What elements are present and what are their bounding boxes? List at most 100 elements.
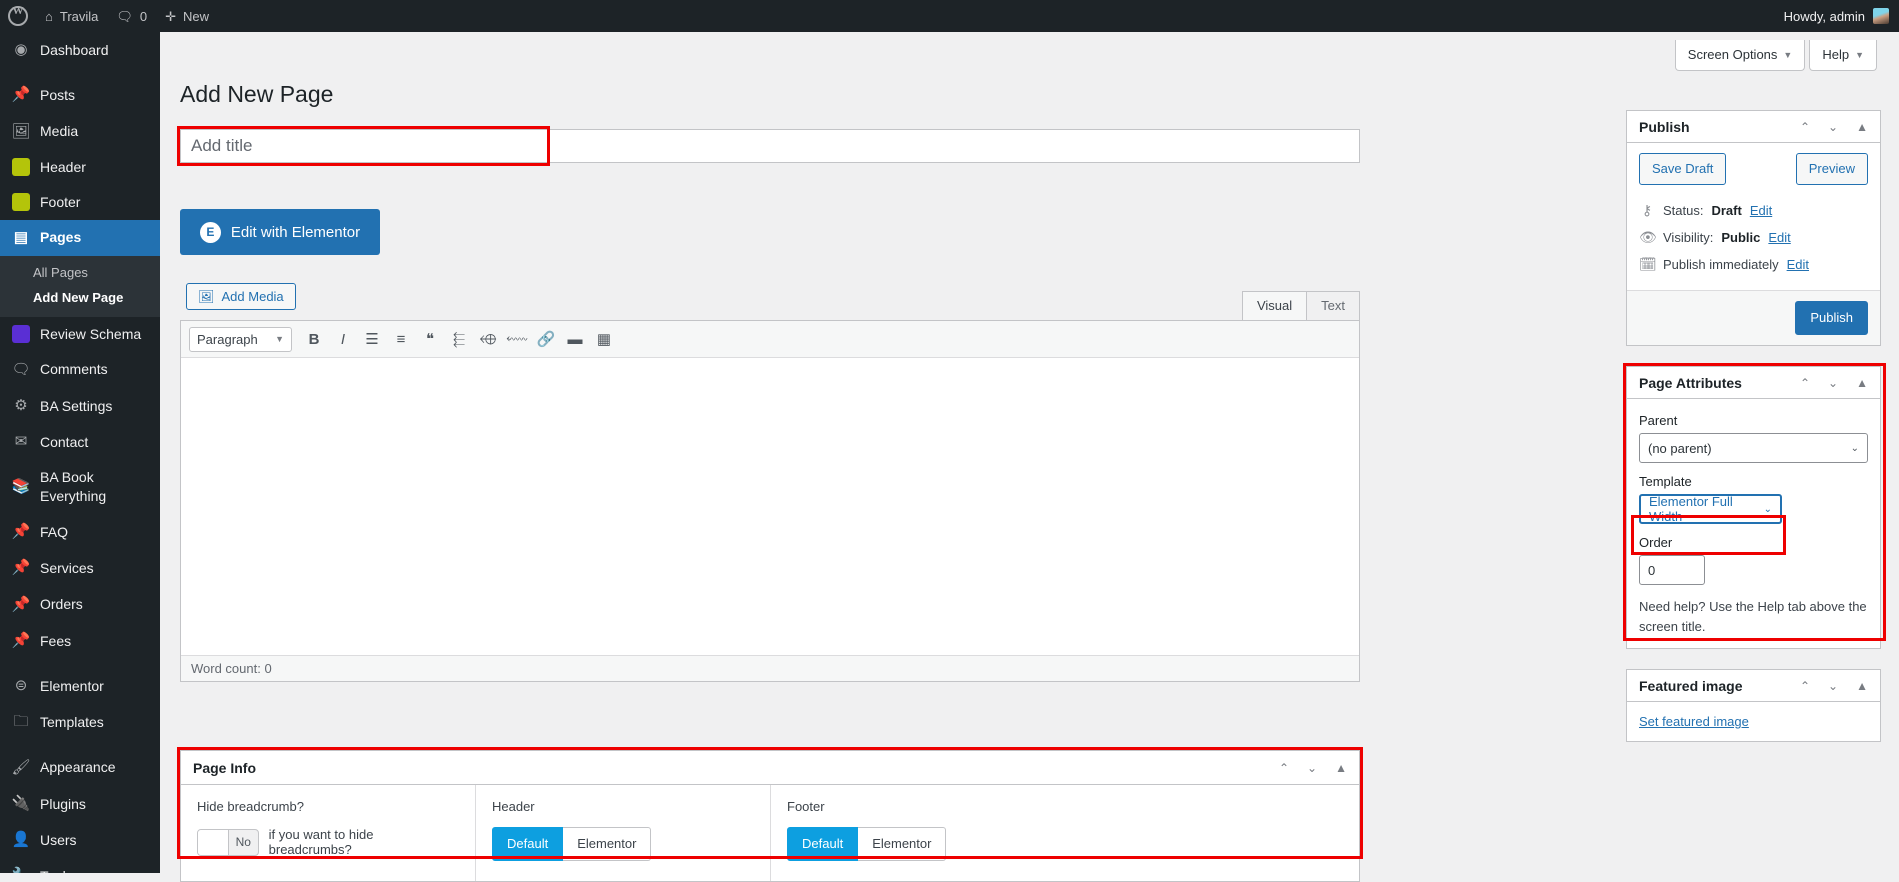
sidebar-item-ba-settings[interactable]: ⚙ BA Settings <box>0 388 160 424</box>
sidebar-item-review-schema[interactable]: Review Schema <box>0 317 160 352</box>
tab-visual[interactable]: Visual <box>1241 291 1308 320</box>
sidebar-item-media[interactable]: 🖼 Media <box>0 114 160 150</box>
blockquote-icon[interactable]: ❝ <box>417 326 443 352</box>
sidebar-item-label: Contact <box>40 433 89 450</box>
insert-link-icon[interactable]: 🔗 <box>533 326 559 352</box>
sidebar-item-label: Templates <box>40 714 104 731</box>
sidebar-item-appearance[interactable]: 🖌 Appearance <box>0 750 160 786</box>
sidebar-item-label: Users <box>40 831 77 848</box>
sidebar-item-label: Appearance <box>40 759 116 776</box>
media-icon: 🖼 <box>198 289 215 304</box>
toggle-panel-icon[interactable]: ▲ <box>1856 679 1868 693</box>
visibility-row: 👁 Visibility: Public Edit <box>1639 224 1868 251</box>
comments-bubble[interactable]: 🗨 0 <box>107 0 156 32</box>
footer-option-elementor[interactable]: Elementor <box>858 827 947 861</box>
main-content-area: Screen Options ▼ Help ▼ Add New Page E E… <box>160 32 1899 882</box>
bold-icon[interactable]: B <box>301 326 327 352</box>
edit-with-elementor-button[interactable]: E Edit with Elementor <box>180 209 380 255</box>
featured-image-body: Set featured image <box>1627 702 1880 741</box>
align-center-icon[interactable]: ⬲ <box>475 326 501 352</box>
sidebar-item-footer[interactable]: Footer <box>0 185 160 220</box>
toolbar-toggle-icon[interactable]: ▦ <box>591 326 617 352</box>
template-select[interactable]: Elementor Full Width ⌄ <box>1639 494 1782 525</box>
page-info-column-header: Header Default Elementor <box>476 785 771 881</box>
paragraph-format-select[interactable]: Paragraph ▼ <box>189 326 292 352</box>
tab-text[interactable]: Text <box>1306 291 1360 320</box>
move-up-icon[interactable]: ⌃ <box>1800 120 1810 134</box>
toggle-panel-icon[interactable]: ▲ <box>1335 761 1347 775</box>
move-up-icon[interactable]: ⌃ <box>1800 376 1810 390</box>
numbered-list-icon[interactable]: ≡ <box>388 326 414 352</box>
save-draft-button[interactable]: Save Draft <box>1639 153 1727 186</box>
chevron-down-icon: ▼ <box>275 334 284 344</box>
sidebar-item-comments[interactable]: 🗨 Comments <box>0 352 160 388</box>
sidebar-item-fees[interactable]: 📌 Fees <box>0 623 160 659</box>
calendar-icon: 🗓 <box>1639 256 1657 273</box>
sidebar-item-faq[interactable]: 📌 FAQ <box>0 514 160 550</box>
sidebar-item-label: Dashboard <box>40 41 109 58</box>
footer-label: Footer <box>787 799 825 814</box>
footer-option-default[interactable]: Default <box>787 827 859 861</box>
move-up-icon[interactable]: ⌃ <box>1800 679 1810 693</box>
help-label: Help <box>1822 47 1850 62</box>
toggle-panel-icon[interactable]: ▲ <box>1856 376 1868 390</box>
review-schema-icon-swatch <box>12 325 30 344</box>
plug-icon: 🔌 <box>11 794 31 812</box>
submenu-item-all-pages[interactable]: All Pages <box>0 260 160 285</box>
sidebar-item-ba-book-everything[interactable]: 📚 BA Book Everything <box>0 460 160 514</box>
add-media-button[interactable]: 🖼 Add Media <box>186 283 296 310</box>
parent-select[interactable]: (no parent) ⌄ <box>1639 433 1868 464</box>
sidebar-item-services[interactable]: 📌 Services <box>0 550 160 586</box>
italic-icon[interactable]: I <box>330 326 356 352</box>
align-right-icon[interactable]: ⬳ <box>504 326 530 352</box>
publish-button[interactable]: Publish <box>1795 301 1868 336</box>
editor-content-area[interactable] <box>181 358 1359 655</box>
align-left-icon[interactable]: ⬱ <box>446 326 472 352</box>
move-down-icon[interactable]: ⌄ <box>1828 120 1838 134</box>
page-attributes-title: Page Attributes <box>1639 374 1742 391</box>
read-more-icon[interactable]: ▬ <box>562 326 588 352</box>
header-option-elementor[interactable]: Elementor <box>563 827 652 861</box>
edit-status-link[interactable]: Edit <box>1750 203 1772 218</box>
preview-button[interactable]: Preview <box>1795 153 1868 186</box>
sidebar-item-tools[interactable]: 🔧 Tools <box>0 858 160 873</box>
sidebar-item-plugins[interactable]: 🔌 Plugins <box>0 786 160 822</box>
title-input[interactable] <box>181 130 1359 162</box>
sidebar-item-posts[interactable]: 📌 Posts <box>0 77 160 113</box>
help-button[interactable]: Help ▼ <box>1809 40 1877 72</box>
pin-icon: 📌 <box>11 595 31 613</box>
sidebar-item-contact[interactable]: ✉ Contact <box>0 424 160 460</box>
edit-with-elementor-label: Edit with Elementor <box>230 223 361 241</box>
sidebar-item-users[interactable]: 👤 Users <box>0 822 160 858</box>
hide-breadcrumb-toggle[interactable]: No <box>197 828 259 856</box>
toggle-panel-icon[interactable]: ▲ <box>1856 120 1868 134</box>
bulleted-list-icon[interactable]: ☰ <box>359 326 385 352</box>
home-icon: ⌂ <box>45 8 53 24</box>
wordpress-logo-icon[interactable] <box>0 0 36 32</box>
comment-bubble-icon: 🗨 <box>116 8 133 24</box>
sidebar-item-elementor[interactable]: ⊜ Elementor <box>0 668 160 704</box>
site-name-menu[interactable]: ⌂ Travila <box>36 0 107 32</box>
order-input[interactable] <box>1639 555 1705 586</box>
edit-visibility-link[interactable]: Edit <box>1768 230 1790 245</box>
media-icon: 🖼 <box>11 122 31 140</box>
header-option-default[interactable]: Default <box>492 827 564 861</box>
move-up-icon[interactable]: ⌃ <box>1279 761 1289 775</box>
featured-image-metabox: Featured image ⌃ ⌄ ▲ Set featured image <box>1626 669 1881 743</box>
set-featured-image-link[interactable]: Set featured image <box>1639 714 1749 729</box>
sidebar-item-orders[interactable]: 📌 Orders <box>0 587 160 623</box>
move-down-icon[interactable]: ⌄ <box>1828 376 1838 390</box>
move-down-icon[interactable]: ⌄ <box>1307 761 1317 775</box>
screen-options-button[interactable]: Screen Options ▼ <box>1674 40 1806 72</box>
dashboard-icon: ◉ <box>14 41 28 58</box>
account-menu[interactable]: Howdy, admin <box>1784 8 1899 24</box>
sidebar-item-dashboard[interactable]: ◉ Dashboard <box>0 32 160 68</box>
submenu-item-add-new-page[interactable]: Add New Page <box>0 285 160 310</box>
sidebar-item-header[interactable]: Header <box>0 150 160 185</box>
edit-schedule-link[interactable]: Edit <box>1787 257 1809 272</box>
new-content-menu[interactable]: ✛ New <box>156 0 218 32</box>
sidebar-item-pages[interactable]: ▤ Pages <box>0 219 160 256</box>
admin-sidebar: ◉ Dashboard 📌 Posts 🖼 Media Header Footer ▤ Pages… <box>0 32 160 873</box>
sidebar-item-templates[interactable]: 🗀 Templates <box>0 704 160 740</box>
move-down-icon[interactable]: ⌄ <box>1828 679 1838 693</box>
